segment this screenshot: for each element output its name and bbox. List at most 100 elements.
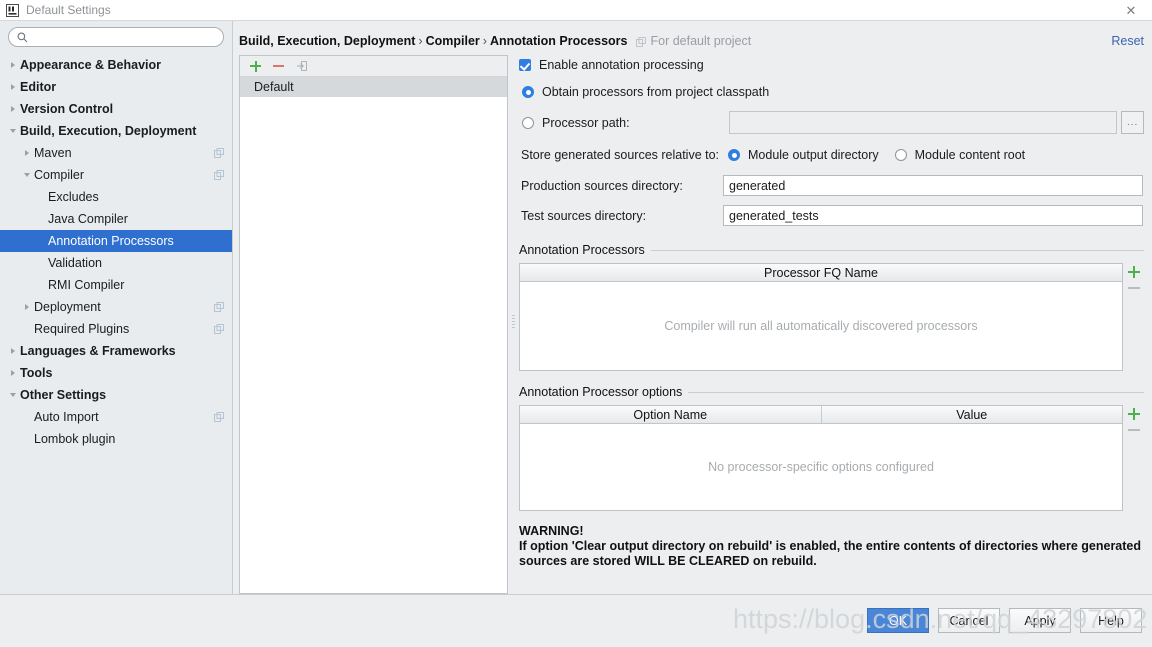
obtain-from-classpath-radio[interactable] — [522, 86, 534, 98]
sidebar-item-label: Version Control — [20, 102, 114, 116]
profiles-list: Default — [240, 77, 507, 97]
processors-table-actions — [1123, 263, 1144, 371]
sidebar-item-compiler[interactable]: Compiler — [0, 164, 232, 186]
processors-empty-message: Compiler will run all automatically disc… — [664, 319, 978, 333]
help-button[interactable]: Help — [1080, 608, 1142, 633]
sidebar-item-lombok-plugin[interactable]: Lombok plugin — [0, 428, 232, 450]
sidebar-item-label: Appearance & Behavior — [20, 58, 162, 72]
profiles-toolbar — [240, 56, 507, 77]
apply-button[interactable]: Apply — [1009, 608, 1071, 633]
module-badge-icon — [214, 148, 224, 158]
settings-tree: Appearance & Behavior Editor Version Contr… — [0, 54, 232, 450]
sidebar-item-deployment[interactable]: Deployment — [0, 296, 232, 318]
remove-profile-button[interactable] — [272, 60, 285, 73]
profiles-panel: Default — [239, 55, 508, 594]
column-header-value[interactable]: Value — [820, 406, 1123, 423]
chevron-down-icon[interactable] — [20, 164, 34, 186]
close-icon[interactable]: ✕ — [1110, 0, 1152, 21]
sidebar-item-java-compiler[interactable]: Java Compiler — [0, 208, 232, 230]
chevron-right-icon[interactable] — [6, 98, 20, 120]
reset-link[interactable]: Reset — [1111, 34, 1144, 48]
content-header: Build, Execution, Deployment › Compiler › An… — [239, 30, 1144, 52]
sidebar-item-rmi-compiler[interactable]: RMI Compiler — [0, 274, 232, 296]
sidebar-item-editor[interactable]: Editor — [0, 76, 232, 98]
sidebar-item-required-plugins[interactable]: Required Plugins — [0, 318, 232, 340]
ok-button[interactable]: OK — [867, 608, 929, 633]
enable-annotation-processing-checkbox[interactable] — [519, 59, 531, 71]
add-option-button[interactable] — [1127, 408, 1140, 420]
processor-path-radio[interactable] — [522, 116, 534, 129]
processor-path-input[interactable] — [728, 111, 1118, 134]
sidebar-item-auto-import[interactable]: Auto Import — [0, 406, 232, 428]
title-bar: Default Settings ✕ — [0, 0, 1152, 21]
breadcrumb-item-compiler[interactable]: Compiler — [426, 34, 480, 48]
processors-table: Processor FQ Name Compiler will run all … — [519, 263, 1123, 371]
chevron-right-icon[interactable] — [6, 76, 20, 98]
chevron-right-icon[interactable] — [20, 142, 34, 164]
module-badge-icon — [214, 412, 224, 422]
sidebar-item-build-execution-deployment[interactable]: Build, Execution, Deployment — [0, 120, 232, 142]
column-header-processor-fq-name[interactable]: Processor FQ Name — [520, 264, 1122, 281]
sidebar-item-label: Other Settings — [20, 388, 107, 402]
splitter-grip-icon — [512, 315, 515, 330]
sidebar-item-excludes[interactable]: Excludes — [0, 186, 232, 208]
enable-annotation-processing-row[interactable]: Enable annotation processing — [519, 58, 1144, 72]
test-sources-label: Test sources directory: — [521, 208, 647, 223]
obtain-from-classpath-row[interactable]: Obtain processors from project classpath — [522, 85, 1144, 99]
options-table: Option Name Value No processor-specific … — [519, 405, 1123, 511]
add-processor-button[interactable] — [1127, 266, 1140, 278]
panel-splitter[interactable] — [508, 55, 519, 594]
warning-text: WARNING! If option 'Clear output directo… — [519, 524, 1144, 569]
sidebar-item-annotation-processors[interactable]: Annotation Processors — [0, 230, 232, 252]
module-output-directory-radio[interactable] — [728, 149, 740, 161]
chevron-right-icon[interactable] — [20, 296, 34, 318]
sidebar-item-maven[interactable]: Maven — [0, 142, 232, 164]
chevron-right-icon[interactable] — [6, 54, 20, 76]
sidebar-item-tools[interactable]: Tools — [0, 362, 232, 384]
sidebar-item-appearance-behavior[interactable]: Appearance & Behavior — [0, 54, 232, 76]
module-badge-icon — [214, 324, 224, 334]
sidebar-item-validation[interactable]: Validation — [0, 252, 232, 274]
sidebar-item-label: Languages & Frameworks — [20, 344, 176, 358]
options-table-wrap: Option Name Value No processor-specific … — [519, 405, 1144, 511]
sidebar-item-label: Maven — [34, 146, 72, 160]
remove-option-button[interactable] — [1127, 429, 1140, 431]
minus-icon — [273, 65, 284, 67]
sidebar-item-label: Annotation Processors — [48, 234, 174, 248]
chevron-down-icon[interactable] — [6, 384, 20, 406]
sidebar-item-languages-frameworks[interactable]: Languages & Frameworks — [0, 340, 232, 362]
search-box[interactable] — [8, 27, 224, 47]
sidebar-item-label: Validation — [48, 256, 102, 270]
sidebar-item-other-settings[interactable]: Other Settings — [0, 384, 232, 406]
chevron-right-icon[interactable] — [6, 362, 20, 384]
search-icon — [17, 32, 28, 43]
cancel-button[interactable]: Cancel — [938, 608, 1000, 633]
group-divider — [688, 391, 1144, 393]
sidebar-item-version-control[interactable]: Version Control — [0, 98, 232, 120]
profile-list-item[interactable]: Default — [240, 77, 507, 97]
processor-path-row[interactable]: Processor path: ... — [522, 111, 1144, 134]
processor-path-browse-button[interactable]: ... — [1121, 111, 1144, 134]
warning-heading: WARNING! — [519, 524, 584, 538]
module-badge-icon — [214, 170, 224, 180]
test-sources-input[interactable]: generated_tests — [723, 205, 1143, 226]
production-sources-input[interactable]: generated — [723, 175, 1143, 196]
sidebar-item-label: Deployment — [34, 300, 101, 314]
module-content-root-radio[interactable] — [894, 149, 907, 161]
production-sources-row: Production sources directory: generated — [521, 175, 1144, 196]
sidebar-item-label: Build, Execution, Deployment — [20, 124, 197, 138]
sidebar-item-label: RMI Compiler — [48, 278, 125, 292]
chevron-down-icon[interactable] — [6, 120, 20, 142]
search-input[interactable] — [28, 30, 223, 44]
chevron-right-icon[interactable] — [6, 340, 20, 362]
breadcrumb-item-build[interactable]: Build, Execution, Deployment — [239, 34, 415, 48]
add-profile-button[interactable] — [249, 60, 262, 73]
column-header-option-name[interactable]: Option Name — [520, 406, 821, 423]
remove-processor-button[interactable] — [1127, 287, 1140, 289]
sidebar-item-label: Excludes — [48, 190, 99, 204]
breadcrumb: Build, Execution, Deployment › Compiler › An… — [239, 34, 627, 48]
move-to-profile-button[interactable] — [295, 60, 308, 73]
